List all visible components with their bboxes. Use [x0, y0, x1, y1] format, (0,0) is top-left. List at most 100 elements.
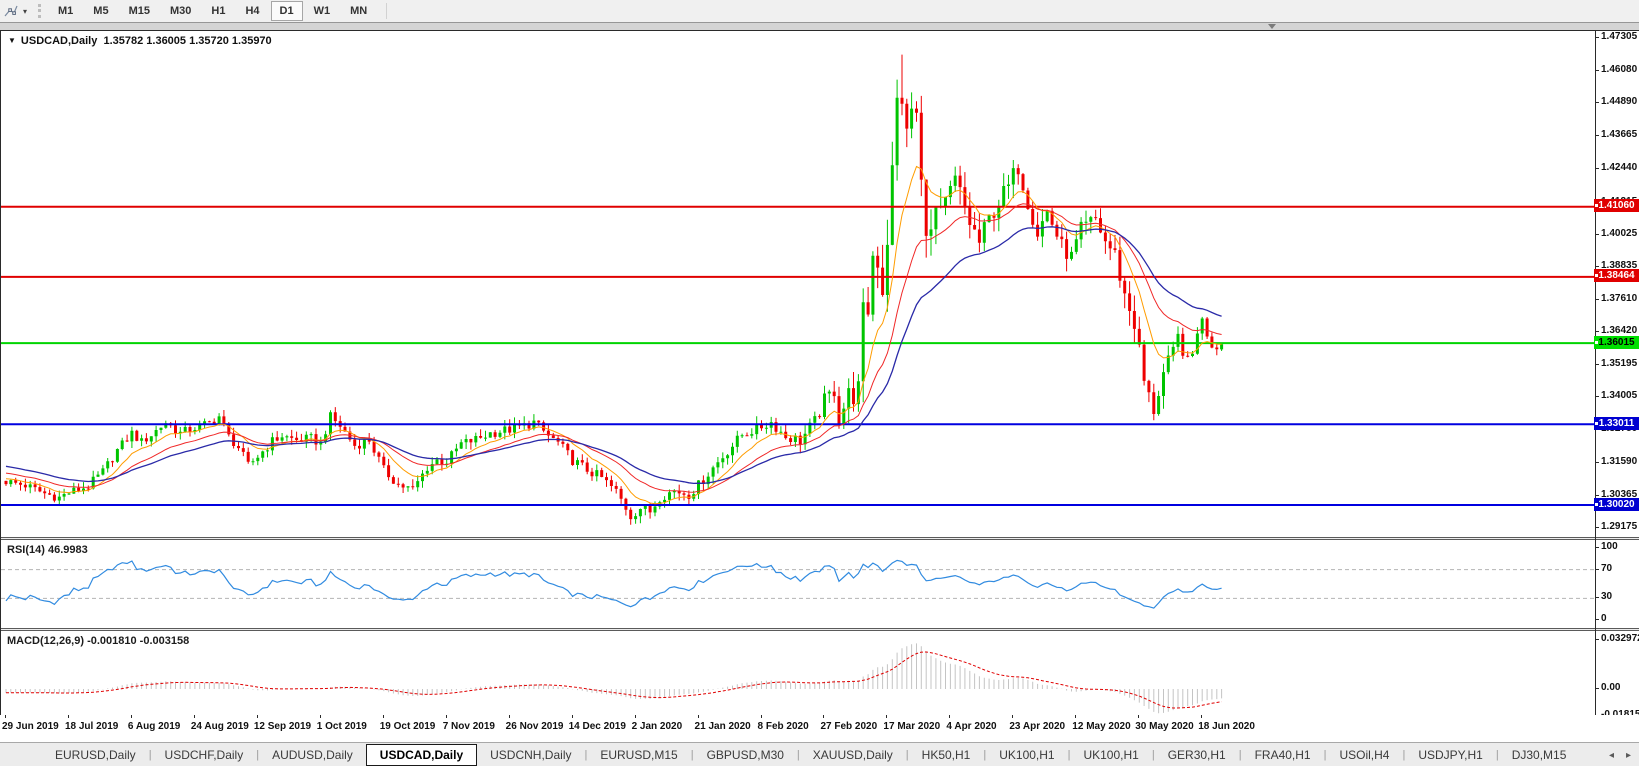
chart-tab-fra40-h1[interactable]: FRA40,H1: [1242, 744, 1324, 766]
date-axis-tick: [382, 715, 384, 718]
date-axis-tick: [319, 715, 321, 718]
chart-tab-uk100-h1[interactable]: UK100,H1: [986, 744, 1067, 766]
chart-tab-usdjpy-h1[interactable]: USDJPY,H1: [1405, 744, 1495, 766]
date-axis-label: 19 Oct 2019: [379, 721, 436, 732]
rsi-label: RSI(14) 46.9983: [7, 544, 88, 556]
timeframe-button-w1[interactable]: W1: [305, 1, 340, 21]
chart-symbol: USDCAD,Daily: [20, 35, 98, 47]
price-pane[interactable]: ▼ USDCAD,Daily 1.35782 1.36005 1.35720 1.…: [1, 31, 1596, 537]
rsi-line: [5, 559, 1222, 609]
chart-tab-hk50-h1[interactable]: HK50,H1: [909, 744, 984, 766]
chart-title: ▼ USDCAD,Daily 1.35782 1.36005 1.35720 1.…: [8, 35, 272, 47]
date-axis-label: 8 Feb 2020: [757, 721, 809, 732]
chart-tab-gbpusd-m30[interactable]: GBPUSD,M30: [694, 744, 797, 766]
date-axis-label: 23 Apr 2020: [1009, 721, 1066, 732]
timeframe-button-m30[interactable]: M30: [161, 1, 200, 21]
ma-line-20: [5, 203, 1222, 493]
chart-tab-xauusd-daily[interactable]: XAUUSD,Daily: [800, 744, 906, 766]
cursor-tool-dropdown-icon[interactable]: ▾: [23, 7, 27, 16]
date-axis-tick: [571, 715, 573, 718]
ma-line-34: [5, 226, 1222, 485]
timeframe-toolbar: M1 M5 M15 M30 H1 H4 D1 W1 MN: [48, 1, 377, 21]
date-axis-tick: [1138, 715, 1140, 718]
timeframe-button-m1[interactable]: M1: [49, 1, 82, 21]
date-axis-tick: [508, 715, 510, 718]
macd-chart-svg: [5, 643, 1223, 714]
timeframe-button-mn[interactable]: MN: [341, 1, 376, 21]
date-axis-label: 24 Aug 2019: [190, 721, 249, 732]
macd-histogram: [5, 643, 1223, 714]
price-chart-svg: [1, 54, 1595, 525]
date-axis-tick: [1012, 715, 1014, 718]
date-axis-label: 12 Sep 2019: [253, 721, 312, 732]
date-axis-tick: [193, 715, 195, 718]
chart-window: ▼ USDCAD,Daily 1.35782 1.36005 1.35720 1.…: [0, 30, 1639, 717]
chart-ohlc-quote: 1.35782 1.36005 1.35720 1.35970: [103, 35, 272, 47]
date-axis-label: 6 Aug 2019: [127, 721, 181, 732]
date-axis-label: 18 Jul 2019: [64, 721, 119, 732]
date-axis-label: 27 Feb 2020: [820, 721, 878, 732]
date-axis-tick: [67, 715, 69, 718]
date-axis-label: 7 Nov 2019: [442, 721, 495, 732]
chart-tab-usdcnh-daily[interactable]: USDCNH,Daily: [477, 744, 584, 766]
chart-tab-audusd-daily[interactable]: AUDUSD,Daily: [259, 744, 366, 766]
ma-line-9: [5, 165, 1222, 505]
toolbar-grip[interactable]: [38, 4, 42, 18]
chart-tab-usoil-h4[interactable]: USOil,H4: [1326, 744, 1402, 766]
collapse-triangle-icon[interactable]: ▼: [8, 36, 16, 45]
date-axis-label: 2 Jan 2020: [631, 721, 683, 732]
date-axis-label: 30 May 2020: [1135, 721, 1194, 732]
date-axis-tick: [256, 715, 258, 718]
rsi-chart-svg: [1, 559, 1595, 609]
timeframe-button-m5[interactable]: M5: [84, 1, 117, 21]
price-axis-line: [1595, 31, 1596, 716]
date-axis-tick: [5, 715, 6, 718]
date-axis-label: 17 Mar 2020: [883, 721, 941, 732]
date-axis-label: 18 Jun 2020: [1198, 721, 1255, 732]
date-axis-tick: [886, 715, 888, 718]
macd-label: MACD(12,26,9) -0.001810 -0.003158: [7, 635, 190, 647]
date-axis-label: 26 Nov 2019: [505, 721, 564, 732]
candle-bodies-down: [4, 97, 1219, 520]
toolbar-separator: [386, 3, 388, 19]
toolbar: ▾ M1 M5 M15 M30 H1 H4 D1 W1 MN: [0, 0, 1639, 22]
cursor-tool-icon[interactable]: [3, 3, 21, 19]
chart-tab-eurusd-daily[interactable]: EURUSD,Daily: [42, 744, 149, 766]
date-axis-tick: [130, 715, 132, 718]
candle-wicks-up: [10, 79, 1223, 524]
date-axis-tick: [697, 715, 699, 718]
date-axis-label: 4 Apr 2020: [946, 721, 997, 732]
tab-navigation: ◂ ▸: [1609, 743, 1631, 766]
timeframe-button-h1[interactable]: H1: [202, 1, 234, 21]
chart-tab-uk100-h1[interactable]: UK100,H1: [1070, 744, 1151, 766]
date-axis-label: 12 May 2020: [1072, 721, 1131, 732]
date-axis-tick: [1201, 715, 1203, 718]
macd-signal-line: [6, 651, 1222, 709]
tab-scroll-left-icon[interactable]: ◂: [1609, 750, 1614, 761]
date-axis-label: 21 Jan 2020: [694, 721, 751, 732]
chart-tab-usdchf-daily[interactable]: USDCHF,Daily: [152, 744, 257, 766]
rsi-pane[interactable]: RSI(14) 46.9983: [1, 540, 1596, 628]
date-axis-tick: [445, 715, 447, 718]
chart-tab-ger30-h1[interactable]: GER30,H1: [1155, 744, 1239, 766]
date-axis-tick: [760, 715, 762, 718]
chart-scroll-strip[interactable]: [0, 22, 1639, 30]
date-axis-label: 29 Jun 2019: [2, 721, 59, 732]
chart-tab-eurusd-m15[interactable]: EURUSD,M15: [587, 744, 690, 766]
tab-scroll-right-icon[interactable]: ▸: [1626, 750, 1631, 761]
timeframe-button-h4[interactable]: H4: [236, 1, 268, 21]
chart-tab-dj30-m15[interactable]: DJ30,M15: [1499, 744, 1580, 766]
date-axis-tick: [1075, 715, 1077, 718]
timeframe-button-d1[interactable]: D1: [270, 1, 303, 21]
date-axis-tick: [949, 715, 951, 718]
chart-tabbar: EURUSD,Daily | USDCHF,Daily | AUDUSD,Daily US…: [0, 742, 1639, 766]
macd-pane[interactable]: MACD(12,26,9) -0.001810 -0.003158: [1, 631, 1596, 715]
date-axis-label: 1 Oct 2019: [316, 721, 367, 732]
date-axis-tick: [634, 715, 636, 718]
date-axis-label: 14 Dec 2019: [568, 721, 626, 732]
date-axis[interactable]: 29 Jun 2019 18 Jul 2019 6 Aug 2019 24 Aug 2…: [0, 715, 1639, 742]
chart-tabs: EURUSD,Daily | USDCHF,Daily | AUDUSD,Daily US…: [42, 743, 1580, 766]
timeframe-button-m15[interactable]: M15: [120, 1, 159, 21]
date-axis-tick: [823, 715, 825, 718]
chart-tab-usdcad-daily[interactable]: USDCAD,Daily: [365, 743, 478, 766]
